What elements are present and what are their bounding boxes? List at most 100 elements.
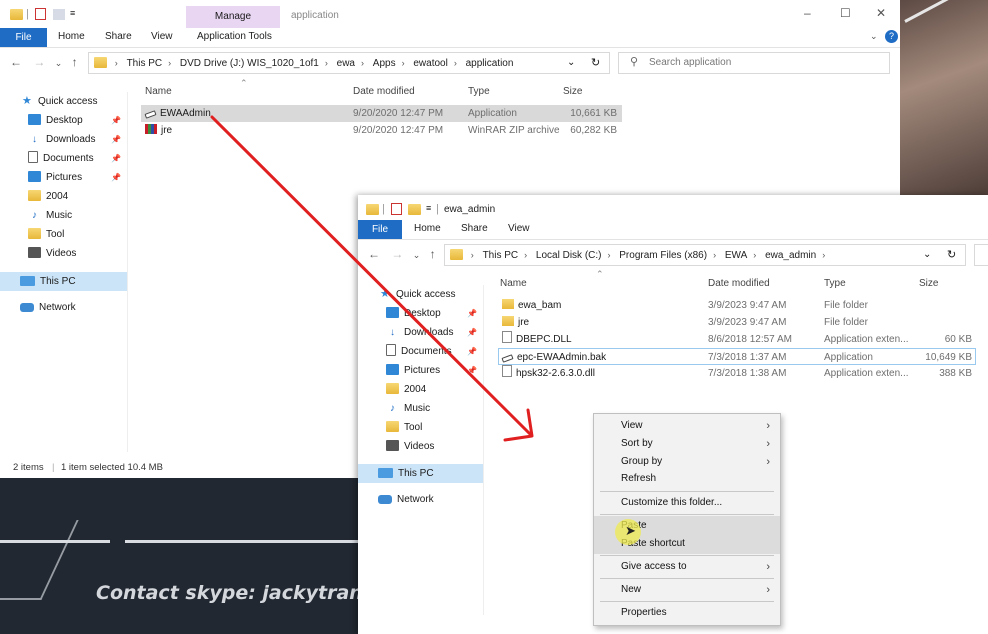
breadcrumb-ewa[interactable]: ewa: [337, 54, 355, 73]
tab-application-tools[interactable]: Application Tools: [197, 31, 272, 42]
menu-item-new[interactable]: New ›: [594, 580, 780, 600]
new-folder-icon[interactable]: [53, 9, 65, 20]
window-title: ewa_admin: [444, 204, 496, 215]
background-line: [0, 540, 110, 543]
tab-view[interactable]: View: [151, 31, 173, 42]
menu-item-customize-folder[interactable]: Customize this folder...: [594, 493, 780, 513]
search-input[interactable]: [974, 244, 988, 266]
nav-music[interactable]: ♪ Music: [0, 206, 127, 225]
close-button[interactable]: ✕: [876, 6, 886, 20]
tab-home[interactable]: Home: [414, 223, 441, 234]
breadcrumb-application[interactable]: application: [466, 54, 514, 73]
file-date: 7/3/2018 1:37 AM: [708, 352, 787, 363]
column-header-name[interactable]: Name: [145, 86, 172, 97]
file-row-jre[interactable]: jre 9/20/2020 12:47 PM WinRAR ZIP archiv…: [141, 122, 622, 139]
file-row-epc-ewaadmin-bak[interactable]: epc-EWAAdmin.bak 7/3/2018 1:37 AM Applic…: [498, 348, 976, 365]
application-icon: [501, 354, 514, 363]
nav-network[interactable]: Network: [0, 298, 127, 317]
breadcrumb-program-files[interactable]: Program Files (x86): [619, 246, 707, 265]
column-header-date-modified[interactable]: Date modified: [708, 278, 770, 289]
nav-this-pc[interactable]: This PC: [358, 464, 483, 483]
search-input[interactable]: Search application: [618, 52, 890, 74]
nav-pictures[interactable]: Pictures 📌: [0, 168, 127, 187]
up-arrow-icon[interactable]: ↑: [430, 247, 436, 261]
breadcrumb-ewatool[interactable]: ewatool: [413, 54, 447, 73]
forward-arrow-icon[interactable]: →: [391, 247, 403, 261]
nav-2004[interactable]: 2004: [0, 187, 127, 206]
address-dropdown-icon[interactable]: ⌄: [923, 245, 931, 265]
column-header-name[interactable]: Name: [500, 278, 527, 289]
file-row-dbepc-dll[interactable]: DBEPC.DLL 8/6/2018 12:57 AM Application …: [498, 331, 976, 348]
up-arrow-icon[interactable]: ↑: [72, 55, 78, 69]
nav-desktop[interactable]: Desktop 📌: [358, 304, 483, 323]
address-bar[interactable]: › This PC › Local Disk (C:) › Program File…: [444, 244, 966, 266]
menu-item-refresh[interactable]: Refresh: [594, 469, 780, 489]
maximize-button[interactable]: ☐: [840, 6, 851, 20]
manage-tab[interactable]: Manage: [186, 6, 280, 28]
column-header-size[interactable]: Size: [919, 278, 938, 289]
column-header-type[interactable]: Type: [468, 86, 490, 97]
nav-this-pc[interactable]: This PC: [0, 272, 127, 291]
column-header-date-modified[interactable]: Date modified: [353, 86, 415, 97]
nav-videos[interactable]: Videos: [358, 437, 483, 456]
menu-item-view[interactable]: View ›: [594, 416, 780, 436]
recent-chevron-icon[interactable]: ⌄: [413, 250, 421, 260]
nav-pictures[interactable]: Pictures 📌: [358, 361, 483, 380]
qat-dropdown-icon[interactable]: ≡: [70, 8, 75, 18]
breadcrumb-ewa[interactable]: EWA: [725, 246, 747, 265]
nav-downloads[interactable]: ↓ Downloads 📌: [358, 323, 483, 342]
nav-downloads[interactable]: ↓ Downloads 📌: [0, 130, 127, 149]
refresh-icon[interactable]: ↻: [947, 245, 956, 265]
tab-share[interactable]: Share: [461, 223, 488, 234]
breadcrumb-local-disk[interactable]: Local Disk (C:): [536, 246, 602, 265]
nav-2004[interactable]: 2004: [358, 380, 483, 399]
menu-item-give-access[interactable]: Give access to ›: [594, 557, 780, 577]
file-row-hpsk32-dll[interactable]: hpsk32-2.6.3.0.dll 7/3/2018 1:38 AM Appl…: [498, 365, 976, 382]
nav-quick-access[interactable]: ★ Quick access: [0, 92, 127, 111]
tab-home[interactable]: Home: [58, 31, 85, 42]
breadcrumb-apps[interactable]: Apps: [373, 54, 396, 73]
column-header-size[interactable]: Size: [563, 86, 582, 97]
tab-share[interactable]: Share: [105, 31, 132, 42]
breadcrumb-ewa-admin[interactable]: ewa_admin: [765, 246, 816, 265]
expand-ribbon-icon[interactable]: ⌄: [870, 31, 878, 42]
column-header-type[interactable]: Type: [824, 278, 846, 289]
menu-item-properties[interactable]: Properties: [594, 603, 780, 623]
properties-icon[interactable]: [35, 8, 46, 20]
qat-dropdown-icon[interactable]: ≡: [426, 203, 431, 213]
nav-documents[interactable]: Documents 📌: [358, 342, 483, 361]
nav-desktop[interactable]: Desktop 📌: [0, 111, 127, 130]
minimize-button[interactable]: –: [804, 6, 811, 20]
breadcrumb-this-pc[interactable]: This PC: [483, 246, 519, 265]
tab-file[interactable]: File: [0, 28, 47, 47]
refresh-icon[interactable]: ↻: [591, 53, 600, 73]
nav-documents[interactable]: Documents 📌: [0, 149, 127, 168]
nav-tool[interactable]: Tool: [0, 225, 127, 244]
file-row-jre[interactable]: jre 3/9/2023 9:47 AM File folder: [498, 314, 976, 331]
nav-videos[interactable]: Videos: [0, 244, 127, 263]
help-icon[interactable]: ?: [885, 30, 898, 43]
address-dropdown-icon[interactable]: ⌄: [567, 53, 575, 73]
breadcrumb-this-pc[interactable]: This PC: [127, 54, 163, 73]
file-name-text: ewa_bam: [518, 300, 562, 311]
tab-view[interactable]: View: [508, 223, 530, 234]
nav-label: 2004: [404, 384, 427, 395]
new-folder-icon[interactable]: [408, 204, 421, 215]
file-row-ewa-bam[interactable]: ewa_bam 3/9/2023 9:47 AM File folder: [498, 297, 976, 314]
back-arrow-icon[interactable]: ←: [368, 247, 380, 261]
nav-music[interactable]: ♪ Music: [358, 399, 483, 418]
recent-chevron-icon[interactable]: ⌄: [55, 58, 63, 68]
properties-icon[interactable]: [391, 203, 402, 215]
nav-quick-access[interactable]: ★ Quick access: [358, 285, 483, 304]
tab-file[interactable]: File: [358, 220, 402, 239]
breadcrumb-dvd-drive[interactable]: DVD Drive (J:) WIS_1020_1of1: [180, 54, 319, 73]
nav-network[interactable]: Network: [358, 490, 483, 509]
menu-item-sort-by[interactable]: Sort by ›: [594, 434, 780, 454]
file-row-ewaadmin[interactable]: EWAAdmin 9/20/2020 12:47 PM Application …: [141, 105, 622, 122]
nav-tool[interactable]: Tool: [358, 418, 483, 437]
file-name-text: jre: [518, 317, 530, 328]
forward-arrow-icon[interactable]: →: [33, 55, 45, 69]
window-title: application: [291, 10, 339, 21]
back-arrow-icon[interactable]: ←: [10, 55, 22, 69]
address-bar[interactable]: › This PC › DVD Drive (J:) WIS_1020_1of1 ›…: [88, 52, 610, 74]
